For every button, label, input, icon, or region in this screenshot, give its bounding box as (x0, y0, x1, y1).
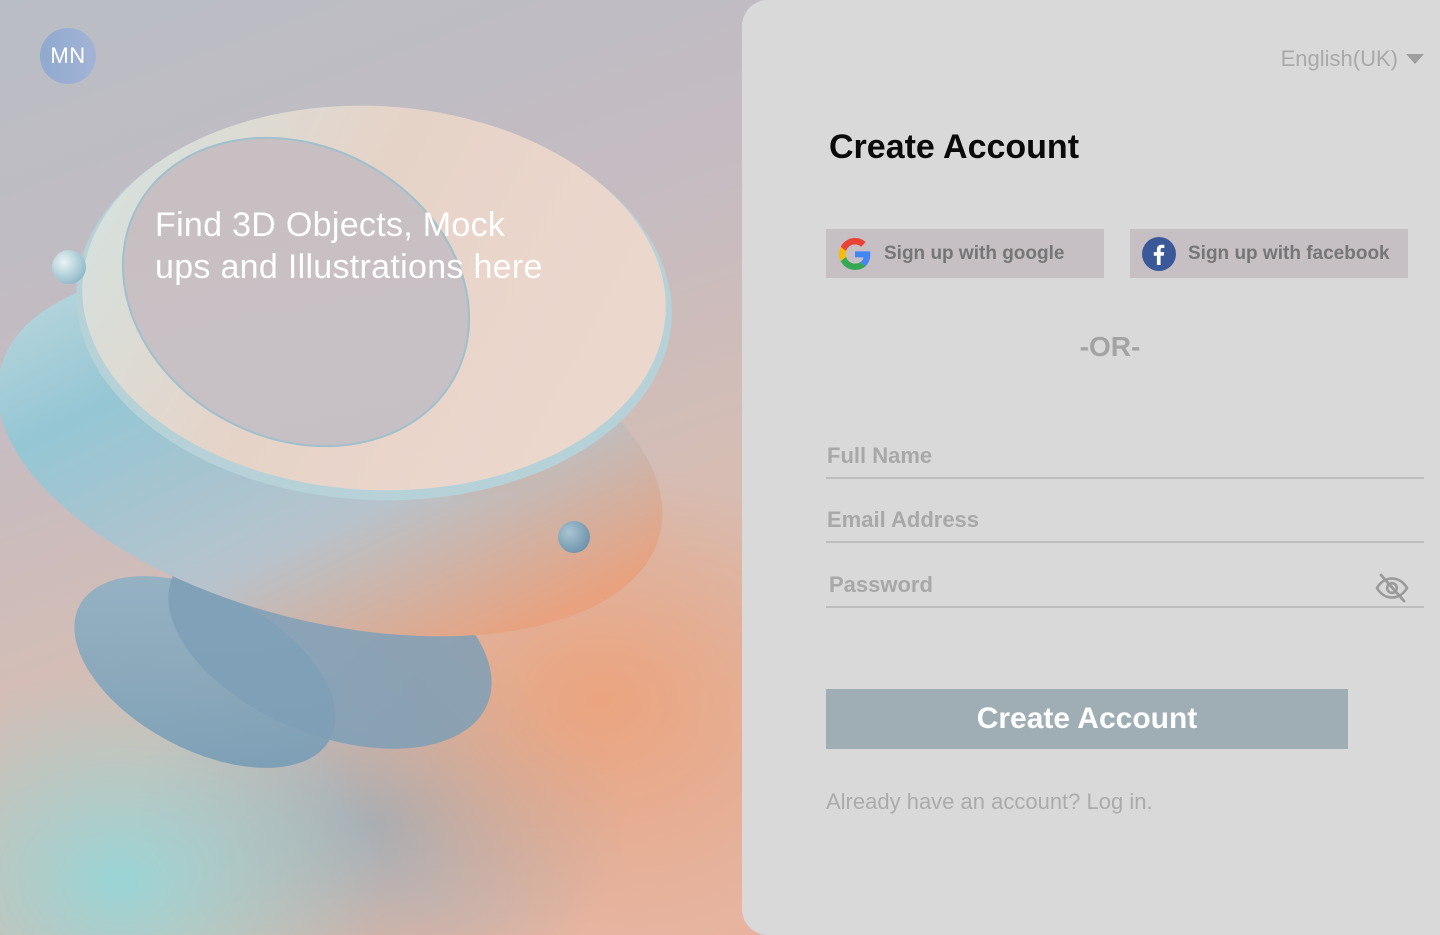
facebook-signup-label: Sign up with facebook (1188, 242, 1390, 264)
eye-off-icon[interactable] (1374, 570, 1410, 606)
chevron-down-icon (1406, 54, 1424, 64)
email-input[interactable] (826, 491, 1424, 541)
password-input[interactable] (826, 556, 1424, 606)
create-account-button[interactable]: Create Account (826, 689, 1348, 749)
abstract-3d-discs-illustration (0, 105, 672, 768)
password-field (826, 556, 1424, 608)
google-icon (838, 237, 872, 271)
email-field (826, 491, 1424, 543)
language-selector[interactable]: English(UK) (1281, 46, 1424, 72)
google-signup-button[interactable]: Sign up with google (826, 229, 1104, 278)
login-link[interactable]: Already have an account? Log in. (826, 789, 1153, 815)
page-title: Create Account (829, 128, 1080, 166)
google-signup-label: Sign up with google (884, 242, 1065, 264)
facebook-signup-button[interactable]: Sign up with facebook (1130, 229, 1408, 278)
hero-tagline-line-2: ups and Illustrations here (155, 248, 543, 286)
or-divider: -OR- (1079, 331, 1141, 362)
hero-tagline-line-1: Find 3D Objects, Mock (155, 206, 506, 244)
full-name-field (826, 427, 1424, 479)
full-name-input[interactable] (826, 427, 1424, 477)
brand-logo-avatar[interactable]: MN (40, 28, 96, 84)
signup-panel: English(UK) Create Account Sign up with … (742, 0, 1440, 935)
hero-illustration-panel: MN Find 3D Objects, Mock ups and Illustr… (0, 0, 760, 935)
language-selector-label: English(UK) (1280, 46, 1398, 71)
facebook-icon (1142, 236, 1176, 271)
hero-tagline: Find 3D Objects, Mock ups and Illustrati… (155, 204, 595, 288)
